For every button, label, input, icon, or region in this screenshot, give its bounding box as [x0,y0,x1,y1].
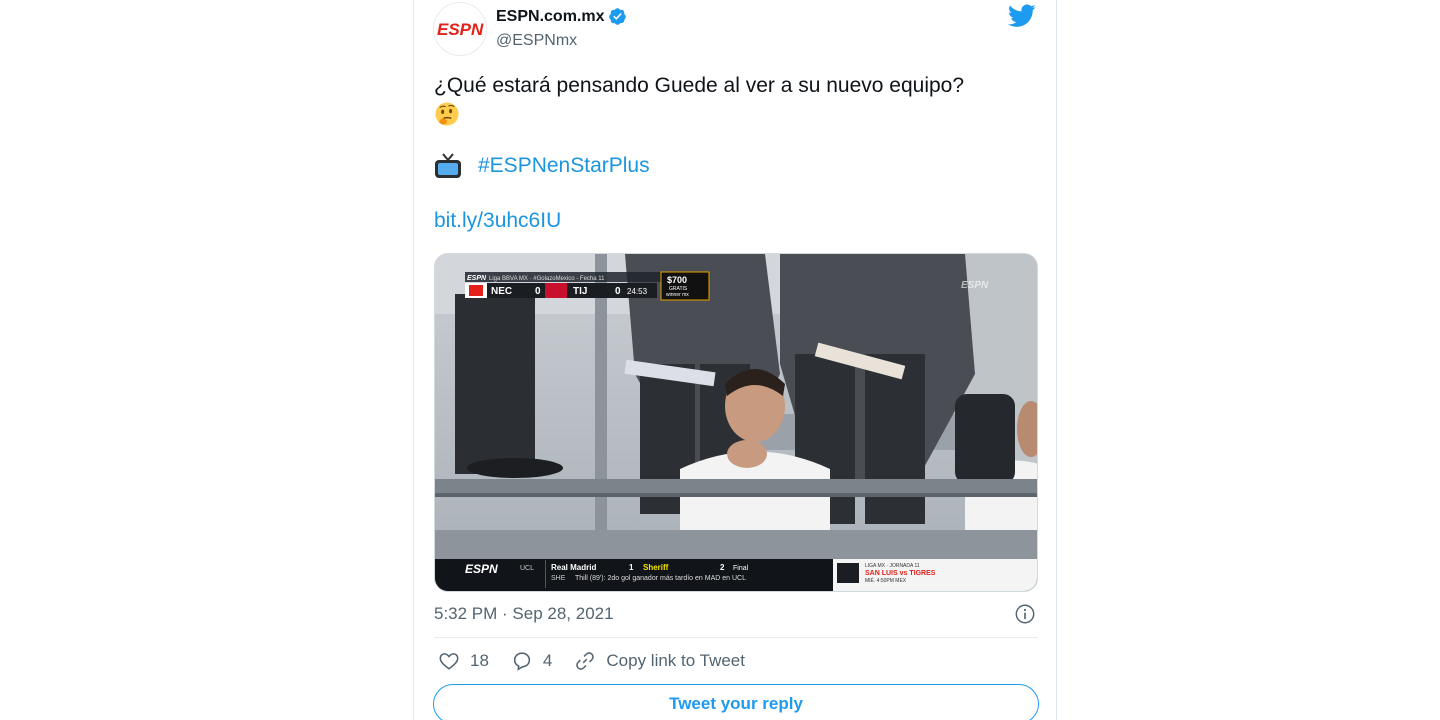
svg-text:SHE: SHE [551,575,566,582]
tweet-actions: 18 4 Copy link to Tweet [438,650,767,672]
espn-logo-icon: ESPN [437,20,484,39]
tweet-reply-button[interactable]: Tweet your reply [433,684,1039,720]
svg-text:0: 0 [615,286,621,297]
svg-text:LIGA MX · JORNADA 11: LIGA MX · JORNADA 11 [865,563,920,569]
like-count: 18 [470,651,489,670]
reply-action-button[interactable]: 4 [511,650,552,672]
copy-link-button[interactable]: Copy link to Tweet [574,650,745,672]
svg-text:ESPN: ESPN [437,20,484,39]
hashtag-row: #ESPNenStarPlus [434,152,650,180]
svg-text:24:53: 24:53 [627,287,648,296]
svg-text:UCL: UCL [520,565,534,572]
like-button[interactable]: 18 [438,650,489,672]
hashtag-link[interactable]: #ESPNenStarPlus [478,154,650,178]
svg-text:NEC: NEC [491,286,512,297]
url-row: bit.ly/3uhc6IU [434,209,561,233]
divider [434,637,1038,638]
link-icon [576,652,595,670]
info-icon[interactable] [1014,603,1036,625]
tweet-meta: 5:32 PM · Sep 28, 2021 [434,604,1038,626]
svg-text:winner mx: winner mx [666,292,689,298]
svg-text:ESPN: ESPN [961,280,989,291]
author-handle[interactable]: @ESPNmx [496,32,577,50]
svg-text:Thill (89'): 2do gol ganador m: Thill (89'): 2do gol ganador más tardío … [575,575,746,582]
svg-text:Sheriff: Sheriff [643,563,669,572]
tweet-timestamp[interactable]: 5:32 PM · Sep 28, 2021 [434,604,614,624]
scorebug: ESPN Liga BBVA MX · #GolazoMexico - Fech… [465,271,710,301]
svg-text:$700: $700 [667,275,687,285]
svg-text:SAN LUIS vs TIGRES: SAN LUIS vs TIGRES [865,570,936,577]
svg-text:0: 0 [535,286,541,297]
svg-text:2: 2 [720,563,725,572]
svg-text:Real Madrid: Real Madrid [551,563,596,572]
author-display-name[interactable]: ESPN.com.mx [496,8,604,26]
stadium-photo: ESPN Liga BBVA MX · #GolazoMexico - Fech… [435,254,1037,591]
reply-count: 4 [542,651,553,670]
tweet-media-image[interactable]: ESPN Liga BBVA MX · #GolazoMexico - Fech… [434,253,1038,592]
twitter-bird-icon[interactable] [1008,4,1036,28]
svg-text:Final: Final [733,565,749,572]
reply-icon [513,652,531,671]
author-avatar[interactable]: ESPN [433,2,487,56]
thinking-face-icon [435,102,459,127]
svg-text:1: 1 [629,563,634,572]
tweet-body: ¿Qué estará pensando Guede al ver a su n… [434,74,965,97]
copy-link-label: Copy link to Tweet [606,651,745,670]
svg-text:TIJ: TIJ [573,286,587,297]
svg-text:ESPN: ESPN [465,562,498,576]
svg-text:MIÉ. 4:50PM MEX: MIÉ. 4:50PM MEX [865,577,907,584]
author-name-row: ESPN.com.mx [496,7,627,26]
verified-badge-icon [609,8,627,25]
svg-text:ESPN: ESPN [467,275,487,282]
tweet-card: ESPN ESPN.com.mx @ESPNmx ¿Qué estará pen… [413,0,1057,720]
svg-text:Liga BBVA MX · #GolazoMexico -: Liga BBVA MX · #GolazoMexico - Fecha 11 [489,276,605,282]
television-icon [435,153,461,178]
heart-icon [439,653,459,670]
bottom-ticker: ESPN UCL Real Madrid 1 Sheriff 2 Final S… [435,559,1037,591]
tweet-text: ¿Qué estará pensando Guede al ver a su n… [434,72,1024,128]
tweet-url-link[interactable]: bit.ly/3uhc6IU [434,209,561,232]
